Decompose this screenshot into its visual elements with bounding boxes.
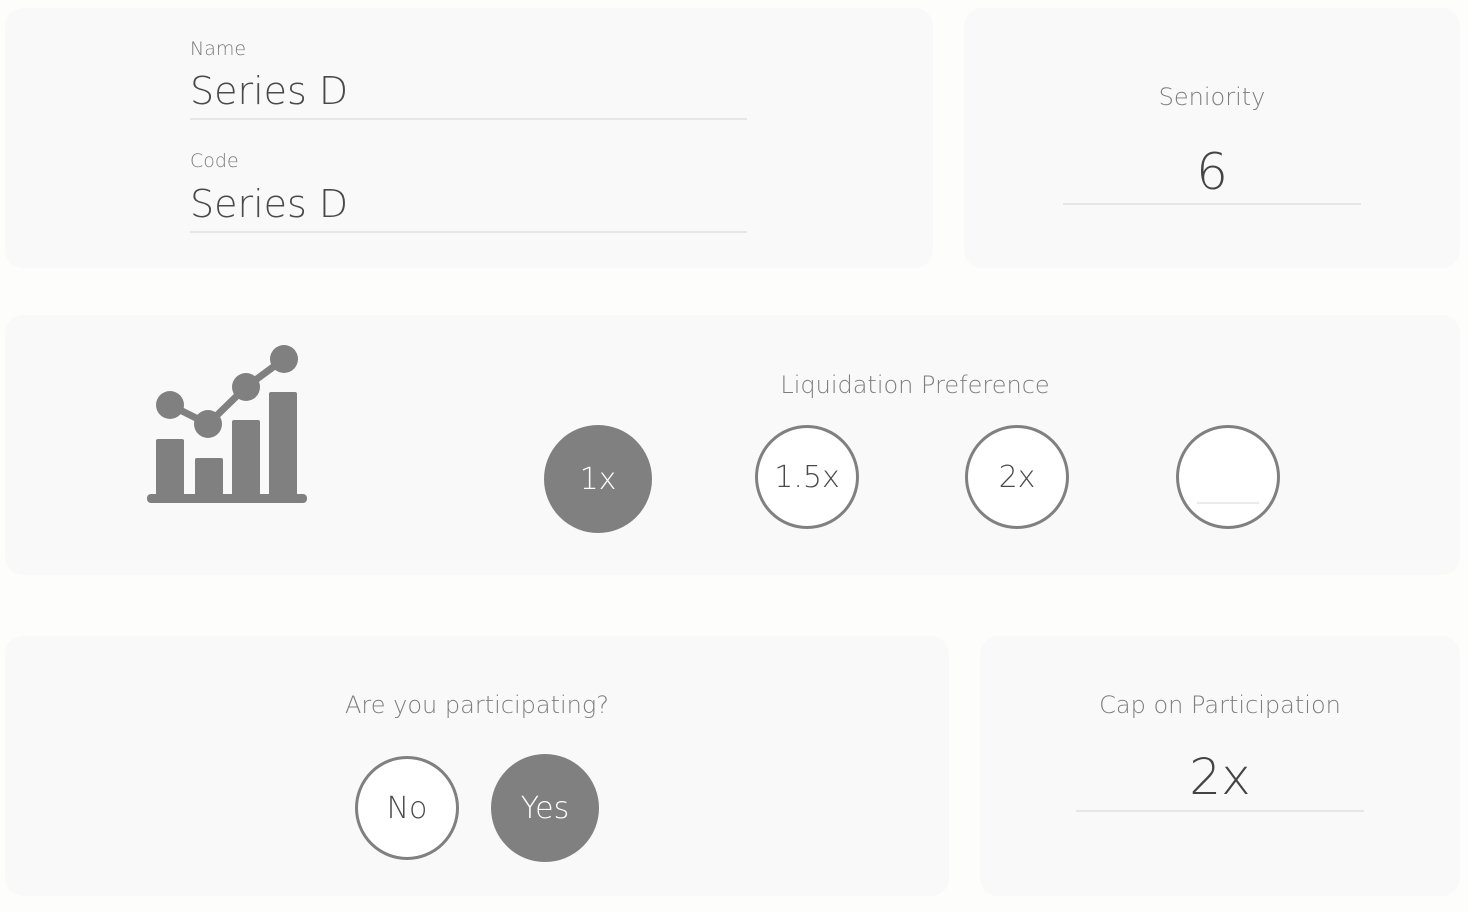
participating-card: Are you participating? No Yes [5, 636, 949, 896]
cap-on-participation-label: Cap on Participation [1099, 691, 1341, 719]
name-field[interactable]: Series D [190, 72, 747, 120]
liquidation-preference-label: Liquidation Preference [780, 371, 1050, 399]
series-identity-card: Name Series D Code Series D [5, 8, 933, 268]
name-label: Name [190, 38, 247, 60]
liquidation-option-2x[interactable]: 2x [965, 425, 1069, 529]
participating-no-button[interactable]: No [355, 756, 459, 860]
cap-on-participation-card: Cap on Participation 2x [980, 636, 1460, 896]
custom-input-underline [1197, 502, 1259, 504]
liquidation-option-1x[interactable]: 1x [544, 425, 652, 533]
participating-question: Are you participating? [345, 691, 609, 719]
seniority-card: Seniority 6 [964, 8, 1460, 268]
liquidation-option-1-5x[interactable]: 1.5x [755, 425, 859, 529]
cap-on-participation-field[interactable]: 2x [1076, 748, 1364, 812]
liquidation-preference-card: Liquidation Preference 1x 1.5x 2x [5, 315, 1460, 575]
code-field[interactable]: Series D [190, 185, 747, 233]
liquidation-custom-input[interactable] [1176, 425, 1280, 529]
bar-line-chart-icon [147, 345, 307, 503]
code-label: Code [190, 150, 239, 172]
participating-yes-button[interactable]: Yes [491, 754, 599, 862]
seniority-field[interactable]: 6 [1063, 143, 1361, 205]
seniority-label: Seniority [1158, 83, 1266, 111]
